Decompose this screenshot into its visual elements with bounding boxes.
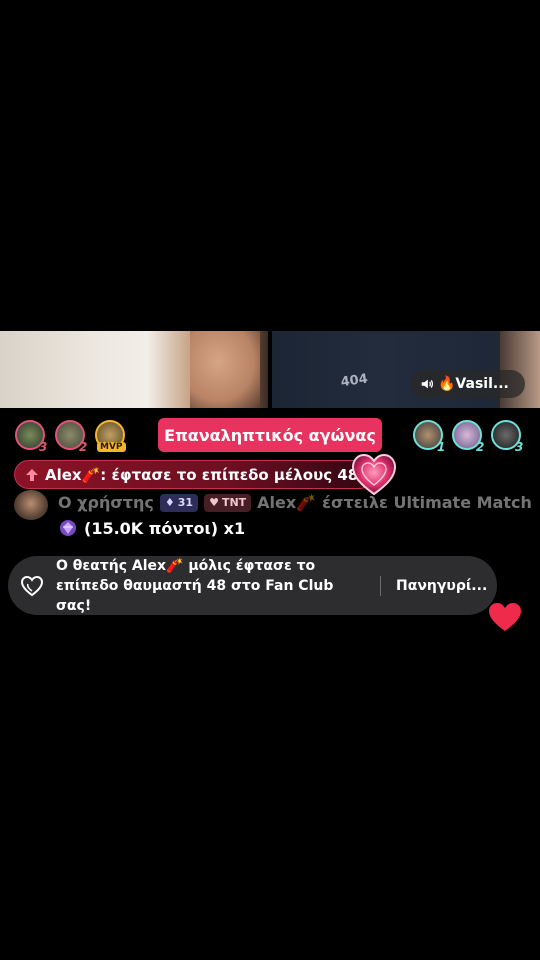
tnt-badge: ♥ TNT bbox=[204, 493, 252, 512]
user-label: Ο χρήστης bbox=[58, 493, 154, 512]
arrow-up-icon bbox=[26, 468, 38, 481]
notification-divider bbox=[380, 575, 381, 596]
mvp-badge: MVP bbox=[97, 442, 126, 452]
level-up-text: Alex🧨: έφτασε το επίπεδο μέλους 48 bbox=[45, 465, 359, 484]
gift-sender-name[interactable]: Alex🧨 bbox=[257, 493, 316, 512]
gift-message-line-1: Ο χρήστης ♦ 31 ♥ TNT Alex🧨 έστειλε Ultim… bbox=[58, 493, 532, 512]
right-rank-2: 2 bbox=[476, 440, 485, 454]
tnt-badge-label: TNT bbox=[221, 496, 247, 509]
gift-action: έστειλε Ultimate Match bbox=[322, 493, 532, 512]
fan-club-notification: Ο θεατής Alex🧨 μόλις έφτασε το επίπεδο θ… bbox=[8, 556, 497, 615]
notification-text: Ο θεατής Alex🧨 μόλις έφτασε το επίπεδο θ… bbox=[56, 557, 334, 614]
right-rank-1: 1 bbox=[437, 440, 446, 454]
gift-gem-icon bbox=[60, 520, 76, 536]
like-heart-icon bbox=[489, 603, 521, 631]
diamond-icon: ♦ bbox=[164, 496, 175, 509]
fan-heart-icon bbox=[351, 453, 397, 496]
video-left-arm bbox=[190, 331, 260, 408]
video-right-shirt-print: 404 bbox=[339, 371, 369, 391]
gift-points: (15.0K πόντοι) x1 bbox=[84, 518, 246, 538]
level-badge: ♦ 31 bbox=[159, 493, 199, 512]
rematch-button[interactable]: Επαναληπτικός αγώνας bbox=[158, 418, 382, 452]
left-rank-1: 3 bbox=[39, 440, 48, 454]
left-rank-2: 2 bbox=[79, 440, 88, 454]
level-up-banner: Alex🧨: έφτασε το επίπεδο μέλους 48 bbox=[14, 460, 374, 489]
level-badge-value: 31 bbox=[177, 496, 194, 509]
gift-sender-avatar[interactable] bbox=[14, 490, 48, 520]
streamer-name: 🔥Vasil... bbox=[438, 376, 509, 392]
heart-badge-icon: ♥ bbox=[209, 496, 219, 509]
heart-outline-icon bbox=[20, 575, 44, 596]
gift-message-line-2: (15.0K πόντοι) x1 bbox=[58, 518, 245, 538]
right-rank-3: 3 bbox=[515, 440, 524, 454]
speaker-icon bbox=[421, 379, 434, 389]
streamer-name-pill[interactable]: 🔥Vasil... bbox=[410, 370, 525, 398]
celebrate-button[interactable]: Πανηγυρί... bbox=[396, 578, 487, 594]
rematch-label: Επαναληπτικός αγώνας bbox=[164, 425, 376, 445]
video-left-panel bbox=[0, 331, 268, 408]
